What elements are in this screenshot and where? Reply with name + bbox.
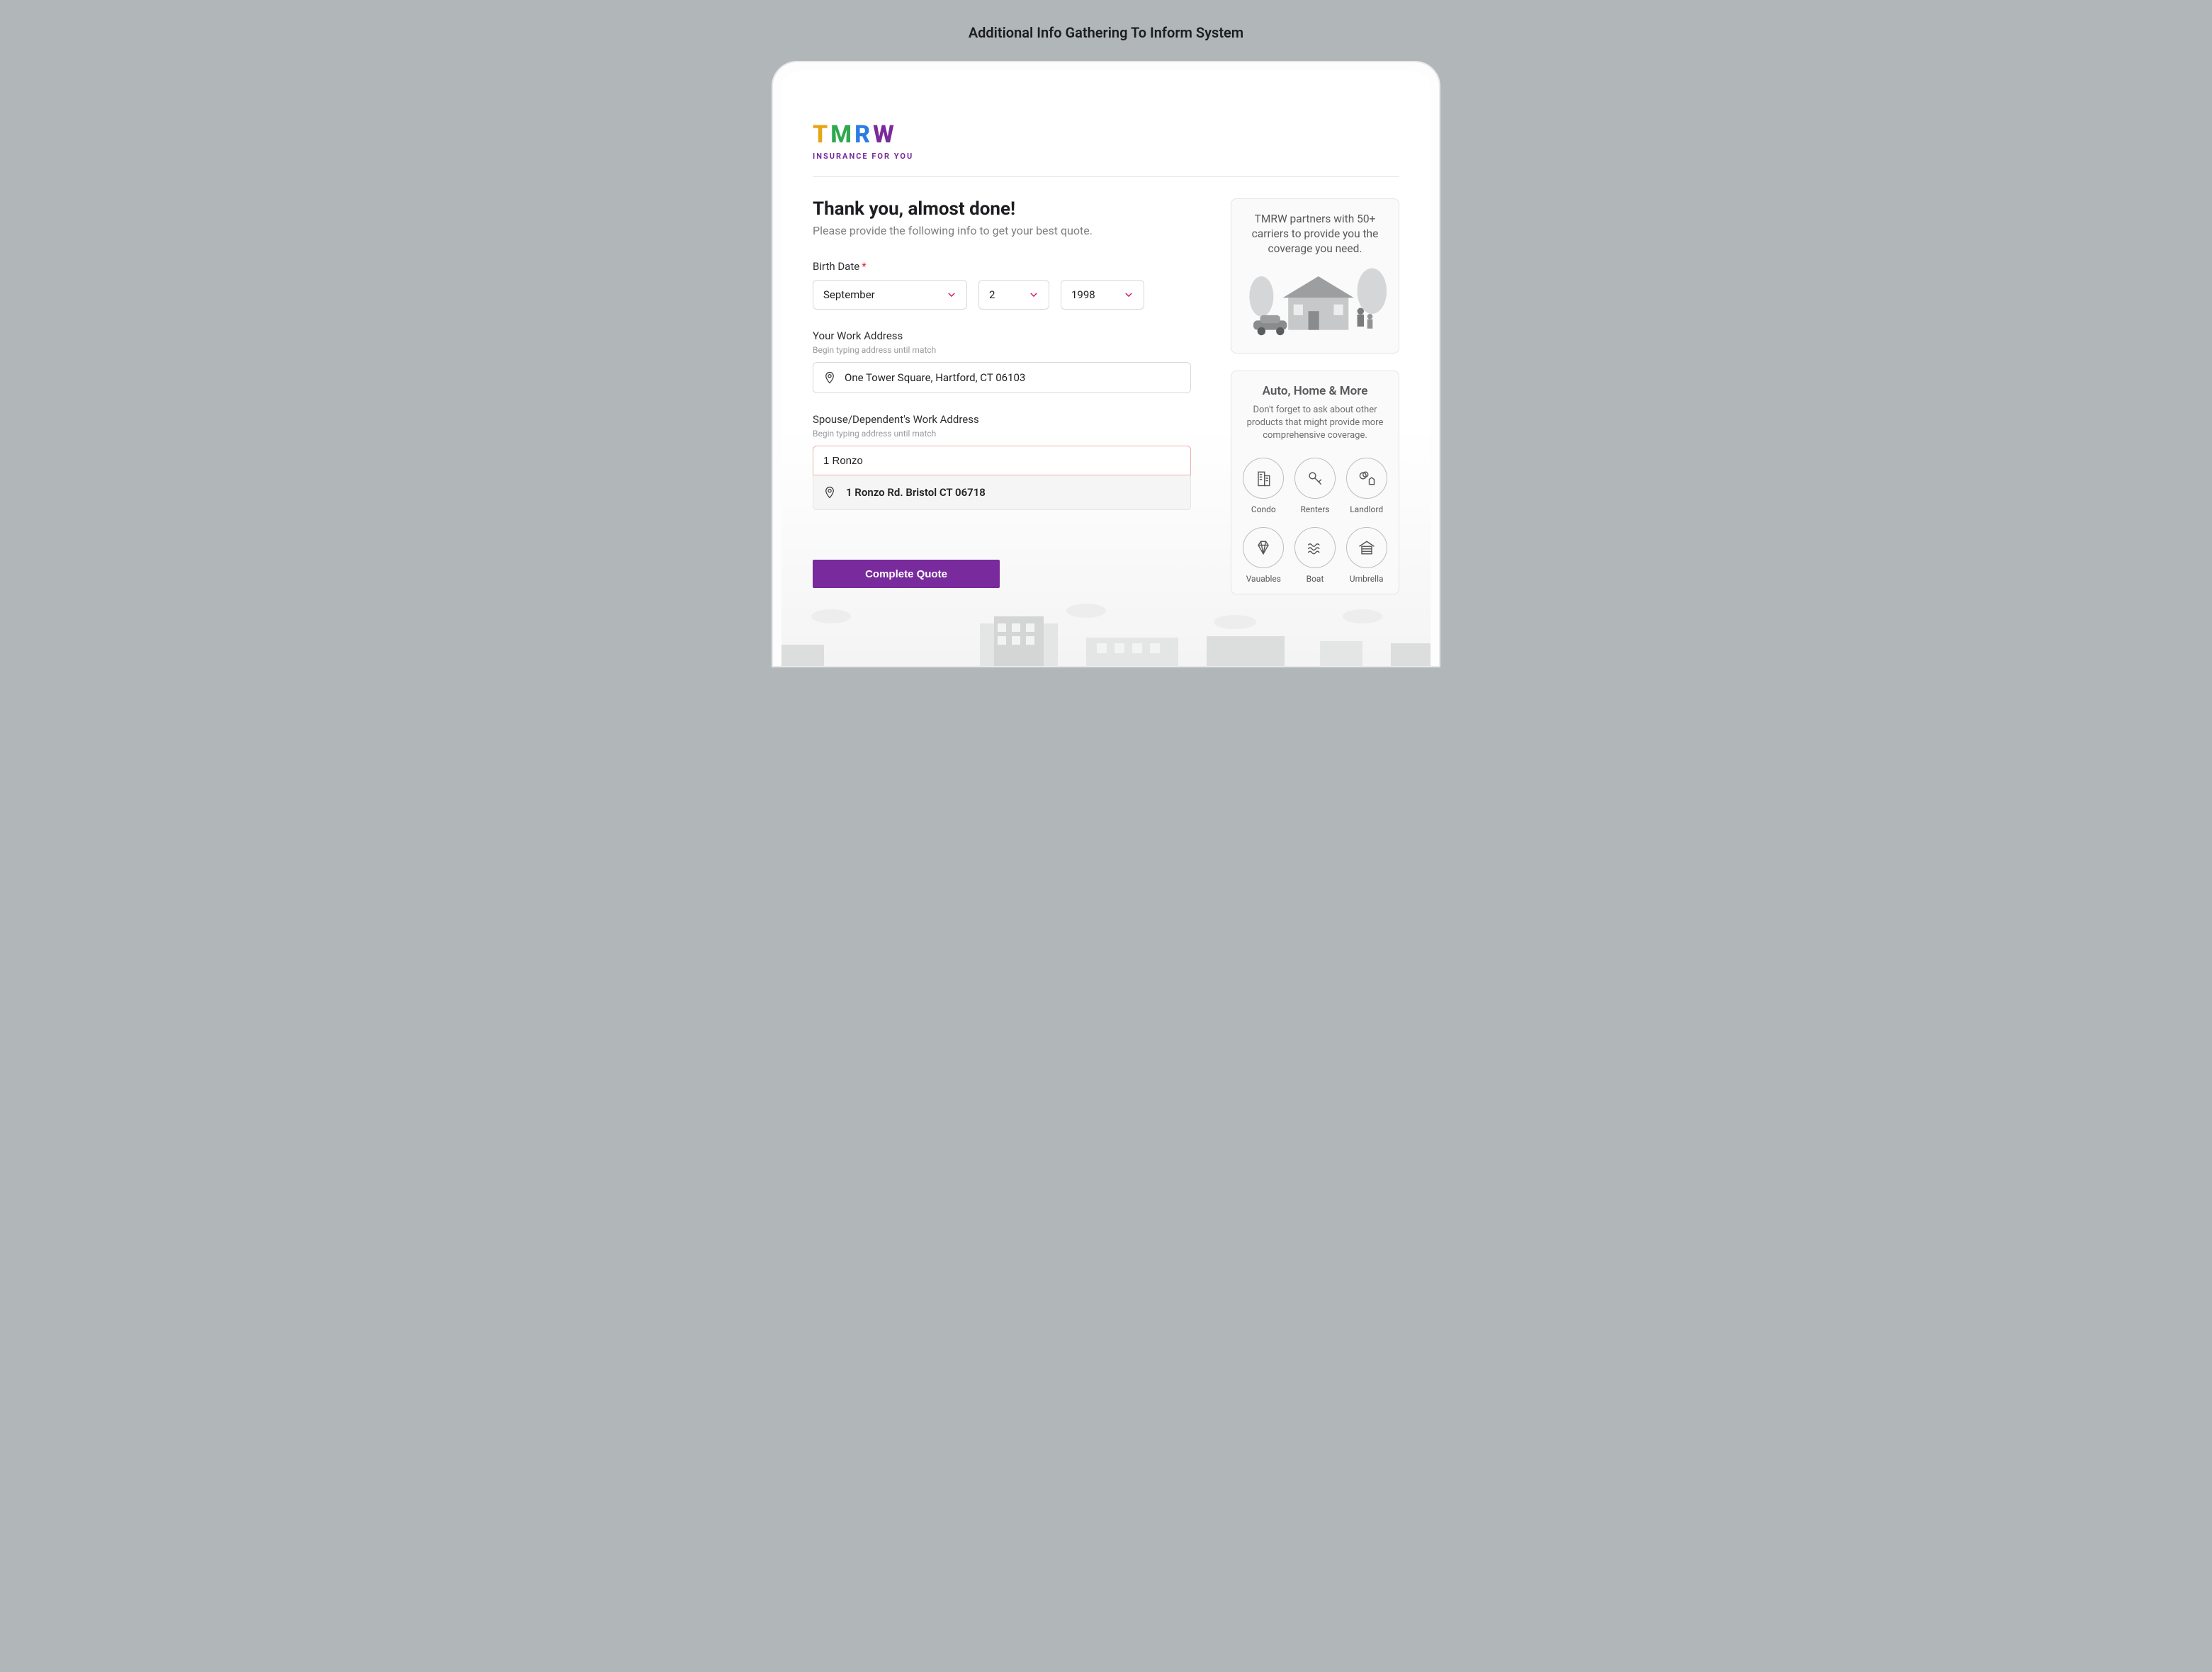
work-address-label: Your Work Address (813, 329, 1191, 342)
products-heading: Auto, Home & More (1241, 384, 1389, 398)
brand-letter-w: W (873, 120, 895, 149)
page-title: Additional Info Gathering To Inform Syst… (0, 24, 2212, 41)
birth-date-label: Birth Date* (813, 260, 1191, 273)
product-umbrella-label: Umbrella (1350, 574, 1384, 584)
form-panel: Thank you, almost done! Please provide t… (813, 198, 1191, 588)
product-condo-label: Condo (1251, 504, 1276, 514)
work-address-hint: Begin typing address until match (813, 345, 1191, 355)
complete-quote-button[interactable]: Complete Quote (813, 560, 1000, 588)
key-icon (1305, 468, 1325, 488)
partners-card: TMRW partners with 50+ carriers to provi… (1231, 198, 1399, 354)
product-valuables-label: Vauables (1246, 574, 1281, 584)
product-renters-label: Renters (1301, 504, 1330, 514)
products-sub: Don't forget to ask about other products… (1241, 404, 1389, 443)
sidebar: TMRW partners with 50+ carriers to provi… (1231, 198, 1399, 611)
map-pin-icon (823, 371, 836, 385)
key-house-icon (1357, 468, 1377, 488)
brand-tagline: INSURANCE FOR YOU (813, 152, 1399, 161)
birth-day-select[interactable]: 2 (978, 280, 1049, 310)
products-grid: Condo Renters (1241, 458, 1389, 584)
birth-month-select[interactable]: September (813, 280, 967, 310)
chevron-down-icon (947, 290, 957, 300)
garage-icon (1357, 538, 1377, 558)
skyline-illustration (781, 602, 1431, 666)
birth-year-value: 1998 (1071, 288, 1095, 301)
house-car-illustration (1241, 262, 1389, 340)
product-condo[interactable]: Condo (1241, 458, 1286, 514)
waves-icon (1305, 538, 1325, 558)
product-boat[interactable]: Boat (1293, 527, 1338, 584)
products-card: Auto, Home & More Don't forget to ask ab… (1231, 371, 1399, 595)
product-boat-label: Boat (1307, 574, 1324, 584)
spouse-address-suggestion[interactable]: 1 Ronzo Rd. Bristol CT 06718 (813, 475, 1191, 510)
product-landlord[interactable]: Landlord (1344, 458, 1389, 514)
page-title-bar: Additional Info Gathering To Inform Syst… (0, 0, 2212, 61)
birth-month-value: September (823, 288, 875, 301)
device-frame: T M R W INSURANCE FOR YOU Thank you, alm… (772, 61, 1440, 667)
work-address-value: One Tower Square, Hartford, CT 06103 (845, 371, 1025, 384)
spouse-address-label: Spouse/Dependent's Work Address (813, 413, 1191, 426)
birth-day-value: 2 (989, 288, 995, 301)
spouse-address-hint: Begin typing address until match (813, 429, 1191, 439)
chevron-down-icon (1029, 290, 1039, 300)
brand-letter-r: R (854, 120, 871, 149)
birth-date-row: September 2 1998 (813, 280, 1191, 310)
building-icon (1253, 468, 1273, 488)
product-umbrella[interactable]: Umbrella (1344, 527, 1389, 584)
chevron-down-icon (1124, 290, 1134, 300)
brand-wordmark: T M R W (813, 120, 1399, 149)
product-valuables[interactable]: Vauables (1241, 527, 1286, 584)
required-marker: * (862, 260, 866, 273)
brand-logo: T M R W INSURANCE FOR YOU (813, 120, 1399, 161)
form-heading: Thank you, almost done! (813, 198, 1191, 220)
spouse-address-suggestion-text: 1 Ronzo Rd. Bristol CT 06718 (846, 486, 986, 499)
partners-text: TMRW partners with 50+ carriers to provi… (1241, 212, 1389, 256)
form-subheading: Please provide the following info to get… (813, 224, 1191, 237)
spouse-address-combobox: 1 Ronzo Rd. Bristol CT 06718 (813, 446, 1191, 510)
map-pin-icon (823, 485, 836, 499)
work-address-input[interactable]: One Tower Square, Hartford, CT 06103 (813, 362, 1191, 393)
product-renters[interactable]: Renters (1293, 458, 1338, 514)
device-screen: T M R W INSURANCE FOR YOU Thank you, alm… (781, 71, 1431, 666)
diamond-icon (1253, 538, 1273, 558)
product-landlord-label: Landlord (1350, 504, 1383, 514)
divider (813, 176, 1399, 177)
birth-year-select[interactable]: 1998 (1061, 280, 1144, 310)
brand-letter-m: M (830, 120, 852, 149)
brand-letter-t: T (813, 120, 828, 149)
spouse-address-input[interactable] (813, 446, 1191, 475)
